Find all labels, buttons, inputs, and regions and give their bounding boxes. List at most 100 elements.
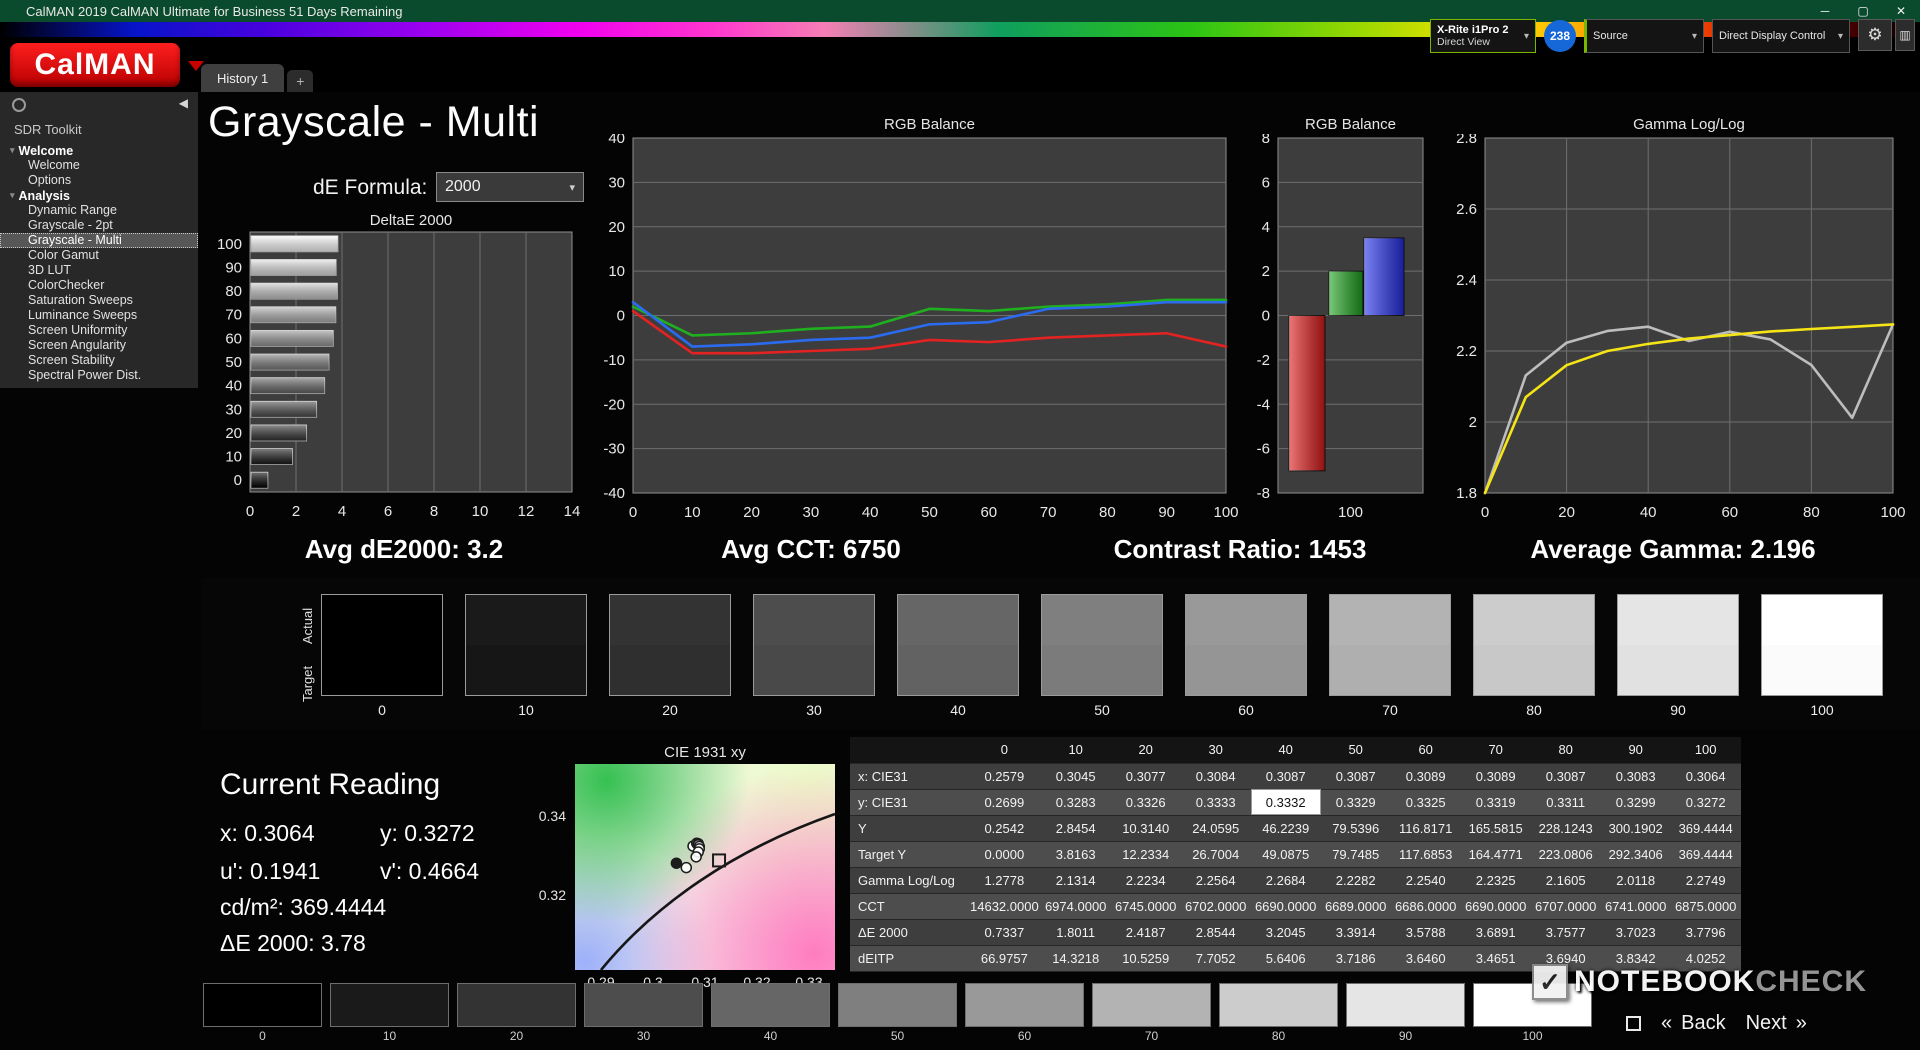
x-tick-label: 8: [430, 503, 438, 520]
swatch-level-label: 70: [1382, 702, 1398, 718]
rgb-balance-bar-chart: 8 6 4 2 0 -2 -4 -6 -8 100: [1257, 134, 1424, 521]
sidebar-item-luminance-sweeps[interactable]: Luminance Sweeps: [0, 308, 198, 323]
table-cell: 12.2334: [1110, 841, 1181, 868]
calman-logo-button[interactable]: CalMAN: [10, 43, 180, 87]
table-cell: 2.2540: [1390, 867, 1461, 894]
grayscale-patch-0: 0: [321, 594, 443, 718]
notebookcheck-logo-icon: ✓: [1532, 964, 1568, 1000]
x-tick-label: 4: [338, 503, 346, 520]
table-cell: 1.2778: [968, 867, 1041, 894]
bottom-patch-label: 90: [1398, 1029, 1413, 1043]
table-row-x-cie31: x: CIE31 0.2579 0.3045 0.3077 0.3084 0.3087 0.…: [850, 763, 1741, 790]
session-indicator-icon[interactable]: [12, 98, 26, 112]
table-cell: 3.7186: [1320, 945, 1391, 972]
table-cell: 165.5815: [1460, 815, 1531, 842]
meter-reading-badge[interactable]: 238: [1544, 20, 1576, 52]
table-cell: 3.3914: [1320, 919, 1391, 946]
table-cell: 3.7023: [1600, 919, 1671, 946]
bottom-patch-label: 80: [1271, 1029, 1286, 1043]
row-label: CCT: [850, 893, 968, 920]
x-tick-label: 30: [803, 504, 820, 521]
actual-patch: [1042, 595, 1162, 645]
y-tick-label: -4: [1257, 396, 1270, 413]
table-cell: 3.5788: [1390, 919, 1461, 946]
target-patch: [1042, 645, 1162, 695]
y-tick-label: 100: [217, 236, 242, 253]
back-button[interactable]: « Back: [1661, 1012, 1726, 1035]
window-title: CalMAN 2019 CalMAN Ultimate for Business…: [26, 3, 403, 19]
rgb-balance-bar-chart-title: RGB Balance: [1305, 116, 1396, 133]
display-control-selector[interactable]: Direct Display Control ▾: [1712, 19, 1850, 53]
table-cell: 0.3272: [1670, 789, 1741, 816]
table-column-header: 10: [1040, 737, 1111, 764]
tab-history-1[interactable]: History 1: [201, 64, 285, 92]
row-label: Gamma Log/Log: [850, 867, 968, 894]
sidebar-item-grayscale-multi[interactable]: Grayscale - Multi: [0, 233, 198, 248]
sidebar-item-screen-stability[interactable]: Screen Stability: [0, 353, 198, 368]
table-cell: 6690.0000: [1250, 893, 1321, 920]
table-column-header: 90: [1600, 737, 1671, 764]
sidebar-item-spectral-power-dist[interactable]: Spectral Power Dist.: [0, 368, 198, 383]
settings-gear-button[interactable]: ⚙: [1858, 19, 1892, 51]
reading-y: y: 0.3272: [380, 820, 475, 846]
table-cell: 0.3087: [1320, 763, 1391, 790]
sidebar-item-welcome[interactable]: Welcome: [0, 158, 198, 173]
sidebar-item-grayscale-2pt[interactable]: Grayscale - 2pt: [0, 218, 198, 233]
grayscale-patch-50: 50: [1041, 594, 1163, 718]
y-tick-label: 0: [234, 472, 242, 489]
source-selector[interactable]: Source ▾: [1584, 19, 1704, 53]
table-cell: 369.4444: [1670, 841, 1741, 868]
table-cell: 0.2579: [968, 763, 1041, 790]
de-formula-label: dE Formula:: [313, 176, 428, 199]
next-button[interactable]: Next »: [1746, 1012, 1807, 1035]
y-tick-label: -20: [603, 396, 625, 413]
reading-v: v': 0.4664: [380, 858, 480, 884]
sidebar-section-welcome[interactable]: ▾ Welcome: [0, 143, 198, 158]
sidebar-item-color-gamut[interactable]: Color Gamut: [0, 248, 198, 263]
table-cell: 0.0000: [968, 841, 1041, 868]
highlighted-cell[interactable]: 0.3332: [1250, 789, 1321, 816]
table-column-header: 20: [1110, 737, 1181, 764]
table-cell: 26.7004: [1180, 841, 1251, 868]
reading-luminance: cd/m²: 369.4444: [220, 894, 387, 920]
sidebar-item-colorchecker[interactable]: ColorChecker: [0, 278, 198, 293]
measured-point: [690, 851, 702, 863]
meter-selector[interactable]: X-Rite i1Pro 2 Direct View ▾: [1430, 19, 1536, 53]
table-cell: 0.2699: [968, 789, 1041, 816]
swatch-level-label: 80: [1526, 702, 1542, 718]
sidebar-item-dynamic-range[interactable]: Dynamic Range: [0, 203, 198, 218]
sidebar-item-options[interactable]: Options: [0, 173, 198, 188]
table-column-header: 40: [1250, 737, 1321, 764]
y-tick-label: 40: [225, 378, 242, 395]
sidebar-item-3d-lut[interactable]: 3D LUT: [0, 263, 198, 278]
table-cell: 0.3329: [1320, 789, 1391, 816]
cie-y-tick-label: 0.34: [538, 807, 566, 824]
de-formula-dropdown[interactable]: 2000 ▾: [436, 172, 584, 202]
stat-avg-gamma: Average Gamma: 2.196: [1530, 534, 1816, 564]
table-cell: 5.6406: [1250, 945, 1321, 972]
table-cell: 6974.0000: [1040, 893, 1111, 920]
sidebar-item-saturation-sweeps[interactable]: Saturation Sweeps: [0, 293, 198, 308]
table-cell: 0.3087: [1530, 763, 1601, 790]
sidebar-section-analysis[interactable]: ▾ Analysis: [0, 188, 198, 203]
table-cell: 369.4444: [1670, 815, 1741, 842]
new-tab-button[interactable]: +: [287, 70, 314, 92]
x-tick-label: 20: [743, 504, 760, 521]
notebookcheck-watermark: ✓ NOTEBOOK CHECK: [1532, 964, 1867, 1000]
table-cell: 0.3299: [1600, 789, 1671, 816]
target-patch: [1186, 645, 1306, 695]
y-tick-label: 60: [225, 330, 242, 347]
table-cell: 0.3083: [1600, 763, 1671, 790]
y-tick-label: 2: [1262, 263, 1270, 280]
table-cell: 2.2749: [1670, 867, 1741, 894]
layout-button[interactable]: ▥: [1895, 19, 1915, 51]
y-tick-label: -10: [603, 352, 625, 369]
y-tick-label: 40: [608, 134, 625, 147]
swatch-level-label: 10: [518, 702, 534, 718]
stop-icon[interactable]: [1626, 1016, 1641, 1031]
table-header-row: 0 10 20 30 40 50 60 70 80 90 100: [850, 737, 1741, 764]
sidebar-item-screen-uniformity[interactable]: Screen Uniformity: [0, 323, 198, 338]
reading-u: u': 0.1941: [220, 858, 321, 884]
sidebar-collapse-button[interactable]: ◀: [179, 96, 188, 110]
sidebar-item-screen-angularity[interactable]: Screen Angularity: [0, 338, 198, 353]
